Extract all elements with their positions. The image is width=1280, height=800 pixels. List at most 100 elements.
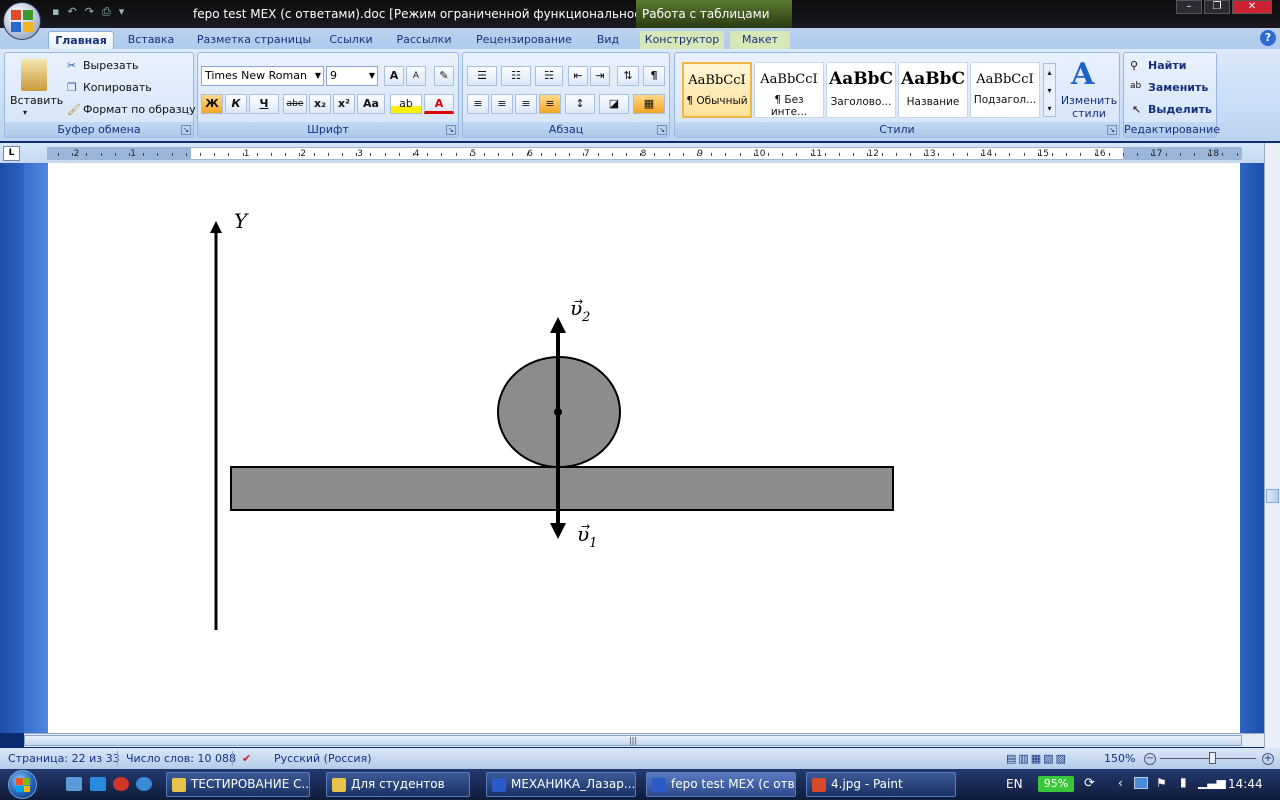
zoom-in-icon[interactable]: + bbox=[1262, 753, 1274, 765]
clock[interactable]: 14:44 bbox=[1228, 777, 1263, 791]
style-subtitle[interactable]: AaBbCcI Подзагол... bbox=[970, 62, 1040, 118]
paste-icon[interactable] bbox=[21, 59, 47, 91]
zoom-level[interactable]: 150% bbox=[1104, 752, 1135, 765]
subscript-button[interactable]: x₂ bbox=[309, 94, 331, 114]
internet-explorer-icon[interactable] bbox=[136, 777, 152, 791]
taskbar-item-paint[interactable]: 4.jpg - Paint bbox=[806, 772, 956, 797]
align-left-icon[interactable]: ≡ bbox=[467, 94, 489, 114]
taskbar-item-fepo-test[interactable]: fepo test MEX (с отв... bbox=[646, 772, 796, 797]
tab-view[interactable]: Вид bbox=[588, 31, 628, 49]
word-count[interactable]: Число слов: 10 088 bbox=[126, 752, 236, 765]
media-player-icon[interactable] bbox=[113, 777, 129, 791]
increase-indent-icon[interactable]: ⇥ bbox=[590, 66, 610, 86]
zoom-out-icon[interactable]: − bbox=[1144, 753, 1156, 765]
view-buttons-icon[interactable]: ▤▥▦▧▨ bbox=[1006, 752, 1096, 765]
italic-button[interactable]: К bbox=[225, 94, 247, 114]
grow-font-button[interactable]: A bbox=[384, 66, 404, 86]
format-painter-button[interactable]: Формат по образцу bbox=[83, 103, 196, 116]
tray-expand-icon[interactable]: ‹ bbox=[1118, 776, 1123, 790]
style-no-spacing[interactable]: AaBbCcI ¶ Без инте... bbox=[754, 62, 824, 118]
language-indicator[interactable]: EN bbox=[1006, 777, 1023, 791]
numbering-icon[interactable]: ☷ bbox=[501, 66, 531, 86]
select-button[interactable]: Выделить bbox=[1148, 103, 1212, 116]
horizontal-ruler[interactable]: 2 1 1 2 3 4 5 6 7 8 9 10 11 12 13 14 15 16 17 18 bbox=[47, 147, 1242, 160]
highlight-icon[interactable]: ab bbox=[390, 94, 422, 114]
vertical-scrollbar[interactable] bbox=[1264, 143, 1280, 748]
bold-button[interactable]: Ж bbox=[201, 94, 223, 114]
sort-icon[interactable]: ⇅ bbox=[617, 66, 639, 86]
print-icon[interactable]: ⎙ bbox=[102, 5, 111, 19]
change-case-button[interactable]: Aa bbox=[357, 94, 385, 114]
undo-icon[interactable]: ↶ bbox=[67, 5, 76, 19]
cut-button[interactable]: Вырезать bbox=[83, 59, 138, 72]
flag-icon[interactable]: ⚑ bbox=[1156, 776, 1167, 790]
signal-icon[interactable]: ▁▃▅ bbox=[1198, 775, 1226, 789]
show-marks-button[interactable]: ¶ bbox=[643, 66, 665, 86]
bullets-icon[interactable]: ☰ bbox=[467, 66, 497, 86]
align-right-icon[interactable]: ≡ bbox=[515, 94, 537, 114]
save-icon[interactable]: ▪ bbox=[52, 5, 59, 19]
paste-button[interactable]: Вставить bbox=[10, 94, 63, 107]
maximize-button[interactable]: ❐ bbox=[1204, 0, 1230, 14]
clipboard-launcher-icon[interactable]: ↘ bbox=[181, 125, 191, 135]
help-icon[interactable]: ? bbox=[1260, 30, 1276, 46]
paste-dropdown-icon[interactable]: ▾ bbox=[23, 108, 27, 117]
switch-windows-icon[interactable] bbox=[90, 777, 106, 791]
horizontal-scrollbar[interactable]: ||| bbox=[24, 733, 1264, 747]
battery-indicator[interactable]: 95% bbox=[1038, 776, 1074, 792]
language-status[interactable]: Русский (Россия) bbox=[274, 752, 372, 765]
replace-button[interactable]: Заменить bbox=[1148, 81, 1208, 94]
font-name-combo[interactable]: Times New Roman ▼ bbox=[201, 66, 324, 86]
horizontal-scroll-thumb[interactable]: ||| bbox=[24, 735, 1242, 746]
tab-page-layout[interactable]: Разметка страницы bbox=[192, 31, 316, 49]
style-heading[interactable]: AaBbC Заголово... bbox=[826, 62, 896, 118]
close-button[interactable]: ✕ bbox=[1232, 0, 1272, 14]
spellcheck-icon[interactable]: ✔ bbox=[242, 752, 251, 765]
tab-references[interactable]: Ссылки bbox=[322, 31, 380, 49]
zoom-slider-thumb[interactable] bbox=[1209, 752, 1216, 764]
taskbar-item-mechanics[interactable]: МЕХАНИКА_Лазар... bbox=[486, 772, 636, 797]
redo-icon[interactable]: ↷ bbox=[85, 5, 94, 19]
minimize-button[interactable]: – bbox=[1176, 0, 1202, 14]
superscript-button[interactable]: x² bbox=[333, 94, 355, 114]
align-center-icon[interactable]: ≡ bbox=[491, 94, 513, 114]
paragraph-launcher-icon[interactable]: ↘ bbox=[657, 125, 667, 135]
refresh-icon[interactable]: ⟳ bbox=[1084, 776, 1095, 791]
change-styles-button[interactable]: Изменить стили bbox=[1059, 94, 1119, 120]
power-icon[interactable]: ▮ bbox=[1180, 775, 1187, 789]
taskbar-item-testing[interactable]: ТЕСТИРОВАНИЕ С... bbox=[166, 772, 310, 797]
tab-selector-icon[interactable]: L bbox=[3, 146, 20, 161]
shading-icon[interactable]: ◪ bbox=[599, 94, 629, 114]
tab-mailings[interactable]: Рассылки bbox=[390, 31, 458, 49]
tab-review[interactable]: Рецензирование bbox=[470, 31, 578, 49]
copy-button[interactable]: Копировать bbox=[83, 81, 152, 94]
underline-button[interactable]: Ч bbox=[249, 94, 279, 114]
styles-launcher-icon[interactable]: ↘ bbox=[1107, 125, 1117, 135]
style-title[interactable]: AaBbC Название bbox=[898, 62, 968, 118]
font-color-icon[interactable]: A bbox=[424, 94, 454, 114]
tab-insert[interactable]: Вставка bbox=[120, 31, 182, 49]
tab-home[interactable]: Главная bbox=[48, 31, 114, 49]
taskbar-item-students[interactable]: Для студентов bbox=[326, 772, 470, 797]
network-icon[interactable] bbox=[1134, 777, 1148, 789]
line-spacing-icon[interactable]: ↕ bbox=[565, 94, 595, 114]
show-desktop-icon[interactable] bbox=[66, 777, 82, 791]
vertical-scroll-thumb[interactable] bbox=[1266, 489, 1279, 503]
clear-format-icon[interactable]: ✎ bbox=[434, 66, 454, 86]
styles-scroll-icon[interactable]: ▴ ▾ ▾ bbox=[1043, 63, 1056, 117]
borders-icon[interactable]: ▦ bbox=[633, 94, 665, 114]
start-button[interactable] bbox=[8, 770, 37, 799]
tab-layout[interactable]: Макет bbox=[730, 31, 790, 49]
find-button[interactable]: Найти bbox=[1148, 59, 1186, 72]
style-normal[interactable]: AaBbCcI ¶ Обычный bbox=[682, 62, 752, 118]
decrease-indent-icon[interactable]: ⇤ bbox=[568, 66, 588, 86]
justify-icon[interactable]: ≡ bbox=[539, 94, 561, 114]
shrink-font-button[interactable]: A bbox=[406, 66, 426, 86]
tab-design[interactable]: Конструктор bbox=[640, 31, 724, 49]
office-button[interactable] bbox=[3, 2, 41, 40]
font-launcher-icon[interactable]: ↘ bbox=[446, 125, 456, 135]
qat-customize-icon[interactable]: ▾ bbox=[119, 5, 125, 19]
page-count[interactable]: Страница: 22 из 33 bbox=[8, 752, 120, 765]
zoom-slider[interactable] bbox=[1160, 758, 1256, 759]
document-page[interactable]: Y υ2 → υ1 → bbox=[48, 163, 1240, 733]
